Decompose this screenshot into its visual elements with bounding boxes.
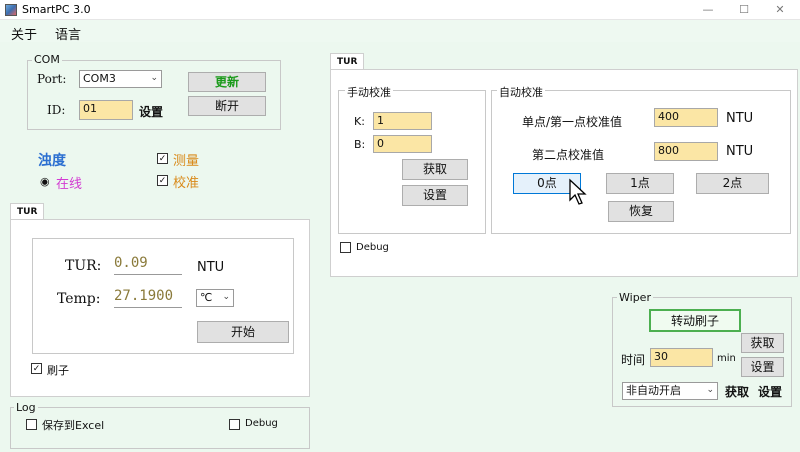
wiper-set-button[interactable]: 设置 [741,357,784,377]
manual-set-button[interactable]: 设置 [402,185,468,206]
point1-unit: NTU [726,111,754,126]
measure-label: 测量 [173,154,200,169]
point1-label: 单点/第一点校准值 [522,115,623,129]
log-debug-checkbox[interactable] [229,419,240,430]
k-input[interactable]: 1 [373,112,432,130]
calibrate-label: 校准 [173,176,200,191]
app-icon [5,4,17,16]
k-label: K: [354,115,365,128]
chevron-down-icon: ⌄ [150,73,158,83]
temp-label: Temp: [57,291,101,307]
window-title: SmartPC 3.0 [22,3,91,16]
calibrate-checkbox[interactable]: ✓ [157,175,168,186]
mouse-cursor-icon [569,178,587,205]
temp-unit-select[interactable]: ℃ ⌄ [196,289,234,307]
b-input[interactable]: 0 [373,135,432,153]
brush-checkbox[interactable]: ✓ [31,363,42,374]
id-label: ID: [47,103,66,117]
start-button[interactable]: 开始 [197,321,289,343]
save-excel-checkbox[interactable] [26,419,37,430]
port-label: Port: [37,72,67,86]
point2-unit: NTU [726,144,754,159]
rotate-brush-button[interactable]: 转动刷子 [649,309,741,332]
point1-input[interactable]: 400 [654,108,718,127]
two-point-button[interactable]: 2点 [696,173,769,194]
update-button[interactable]: 更新 [188,72,266,92]
turbidity-title: 浊度 [38,153,66,169]
wiper-mode-value: 非自动开启 [626,384,681,397]
point2-label: 第二点校准值 [532,148,605,162]
b-label: B: [354,138,366,151]
online-label: 在线 [56,177,83,192]
calibration-debug-checkbox[interactable] [340,242,351,253]
wiper-mode-select[interactable]: 非自动开启 ⌄ [622,382,718,400]
com-set-button[interactable]: 设置 [139,103,163,120]
tur-unit: NTU [197,260,225,275]
restore-button[interactable]: 恢复 [608,201,674,222]
one-point-button[interactable]: 1点 [606,173,674,194]
chevron-down-icon: ⌄ [222,292,230,302]
save-excel-label: 保存到Excel [42,419,105,432]
wiper-get-button[interactable]: 获取 [741,333,784,353]
port-select[interactable]: COM3 ⌄ [79,70,162,88]
close-button[interactable]: ✕ [762,0,798,20]
calibration-debug-label: Debug [356,242,389,253]
tab-tur-calibration[interactable]: TUR [330,53,365,70]
point2-input[interactable]: 800 [654,142,718,161]
port-value: COM3 [83,72,116,85]
time-label: 时间 [621,353,646,367]
tur-label: TUR: [65,258,102,274]
time-unit: min [717,353,736,364]
tab-tur-measure[interactable]: TUR [10,203,45,220]
brush-label: 刷子 [47,364,69,377]
chevron-down-icon: ⌄ [706,385,714,395]
wiper-set-button-2[interactable]: 设置 [758,383,782,400]
tur-value: 0.09 [114,255,182,275]
manual-get-button[interactable]: 获取 [402,159,468,180]
auto-calibration-label: 自动校准 [497,84,545,100]
id-input[interactable]: 01 [79,100,133,120]
maximize-button[interactable]: ☐ [726,0,762,20]
measure-checkbox[interactable]: ✓ [157,153,168,164]
menu-about[interactable]: 关于 [11,24,37,43]
com-group-label: COM [32,53,62,66]
wiper-group-label: Wiper [617,291,653,304]
time-input[interactable]: 30 [650,348,713,367]
log-debug-label: Debug [245,418,278,429]
menu-language[interactable]: 语言 [55,24,81,43]
online-radio[interactable]: ◉ [40,175,50,188]
disconnect-button[interactable]: 断开 [188,96,266,116]
minimize-button[interactable]: — [690,0,726,20]
manual-calibration-label: 手动校准 [345,84,393,100]
wiper-get-button-2[interactable]: 获取 [725,383,749,400]
menu-bar [0,20,800,42]
temp-value: 27.1900 [114,288,182,308]
temp-unit-value: ℃ [200,291,213,304]
log-group-label: Log [14,401,38,414]
title-bar [0,0,800,20]
